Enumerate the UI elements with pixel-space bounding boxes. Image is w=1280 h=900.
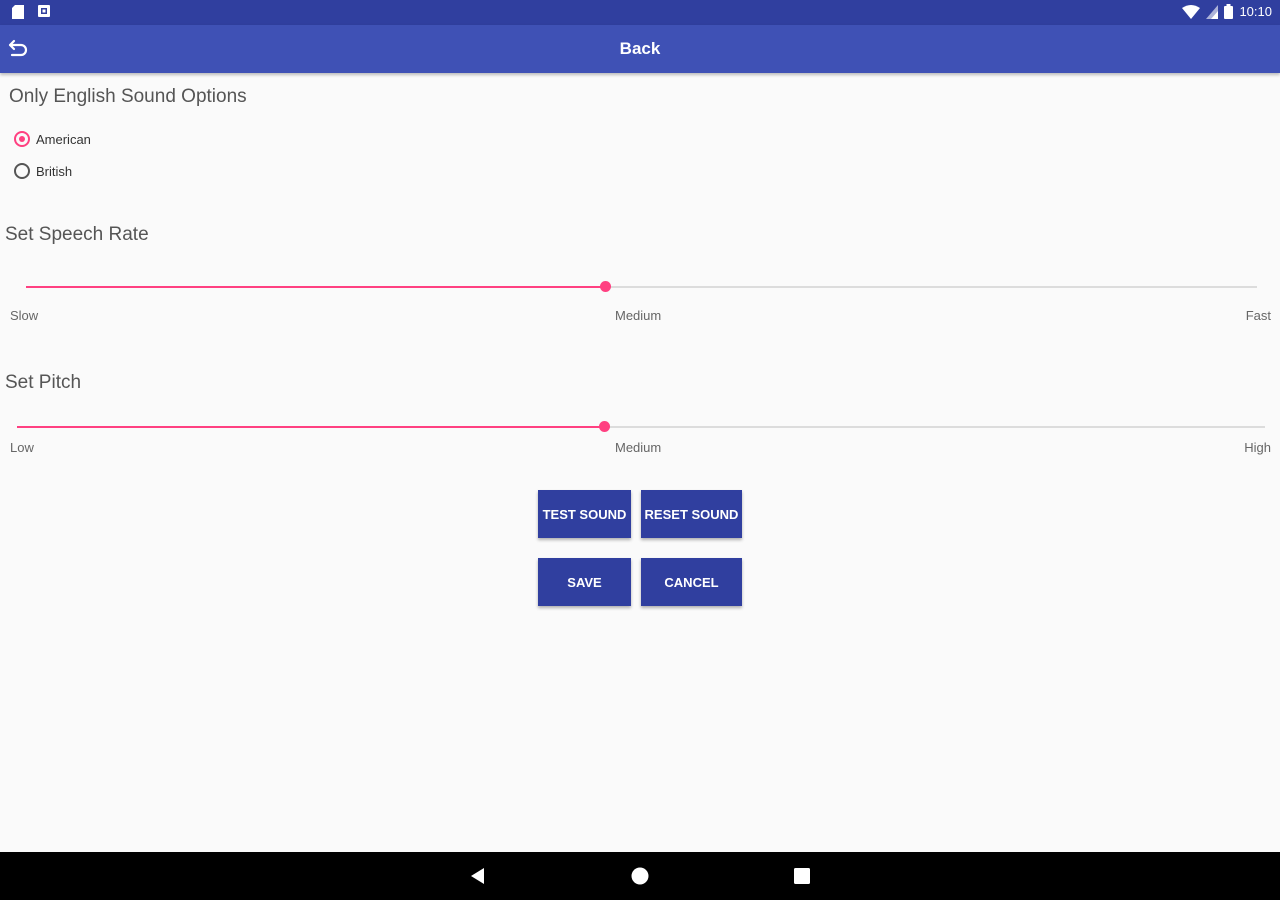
app-bar: Back (0, 25, 1280, 73)
status-time: 10:10 (1239, 4, 1272, 19)
signal-icon (1206, 4, 1219, 19)
navigation-bar (0, 852, 1280, 900)
battery-icon (1224, 4, 1234, 19)
speech-rate-mid-label: Medium (615, 308, 662, 323)
slider-fill (26, 286, 605, 288)
slider-fill (17, 426, 604, 428)
pitch-mid-label: Medium (615, 440, 662, 455)
wifi-icon (1182, 4, 1201, 19)
speech-rate-slider[interactable] (26, 277, 1257, 297)
radio-button-unchecked[interactable] (14, 163, 30, 179)
radio-button-checked[interactable] (14, 131, 30, 147)
save-button[interactable]: SAVE (538, 558, 631, 606)
slider-thumb[interactable] (599, 281, 611, 292)
reset-sound-button[interactable]: RESET SOUND (641, 490, 742, 538)
speech-rate-max-label: Fast (1245, 308, 1271, 323)
pitch-max-label: High (1244, 440, 1271, 455)
radio-label-american: American (36, 131, 91, 147)
test-sound-button[interactable]: TEST SOUND (538, 490, 631, 538)
radio-british[interactable]: British (14, 163, 72, 179)
slider-thumb[interactable] (598, 421, 610, 432)
speech-rate-min-label: Slow (10, 308, 39, 323)
recents-square-icon[interactable] (792, 866, 812, 886)
radio-label-british: British (36, 163, 73, 179)
cancel-button[interactable]: CANCEL (641, 558, 742, 606)
home-circle-icon[interactable] (630, 866, 650, 886)
pitch-min-label: Low (10, 440, 34, 455)
app-title[interactable]: Back (0, 39, 1280, 59)
speech-rate-title: Set Speech Rate (5, 224, 149, 245)
sound-options-title: Only English Sound Options (9, 86, 247, 107)
pitch-slider[interactable] (17, 417, 1265, 437)
status-bar: 10:10 (0, 0, 1280, 25)
pitch-title: Set Pitch (5, 372, 82, 393)
radio-american[interactable]: American (14, 131, 91, 147)
back-triangle-icon[interactable] (468, 866, 488, 886)
sd-card-icon (12, 5, 24, 19)
notification-icon (38, 5, 50, 17)
